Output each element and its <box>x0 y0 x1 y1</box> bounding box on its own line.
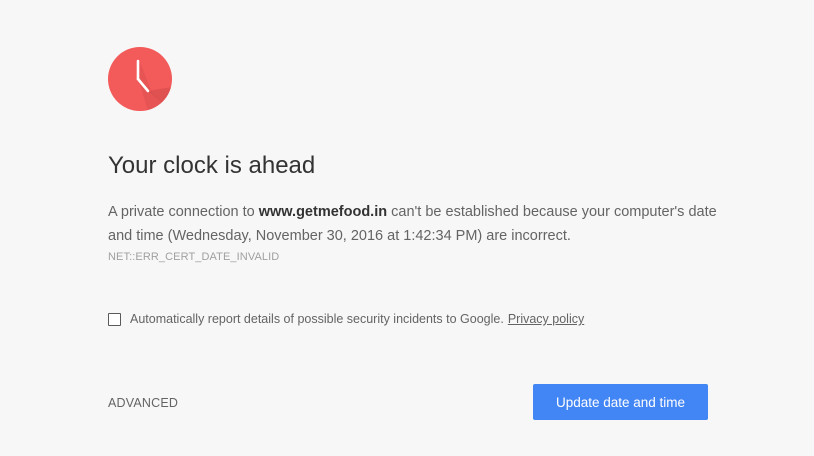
error-message: A private connection to www.getmefood.in… <box>108 200 718 248</box>
advanced-button[interactable]: ADVANCED <box>108 396 178 410</box>
report-label: Automatically report details of possible… <box>130 312 504 326</box>
report-row: Automatically report details of possible… <box>108 312 584 326</box>
domain-name: www.getmefood.in <box>258 204 388 220</box>
report-checkbox[interactable] <box>108 312 121 326</box>
page-title: Your clock is ahead <box>108 152 316 179</box>
interstitial-page: Your clock is ahead A private connection… <box>0 0 814 456</box>
error-code[interactable]: NET::ERR_CERT_DATE_INVALID <box>108 251 279 263</box>
clock-icon <box>108 47 172 111</box>
privacy-policy-link[interactable]: Privacy policy <box>508 312 584 326</box>
update-date-time-button[interactable]: Update date and time <box>533 384 708 420</box>
message-prefix: A private connection to <box>108 204 259 220</box>
